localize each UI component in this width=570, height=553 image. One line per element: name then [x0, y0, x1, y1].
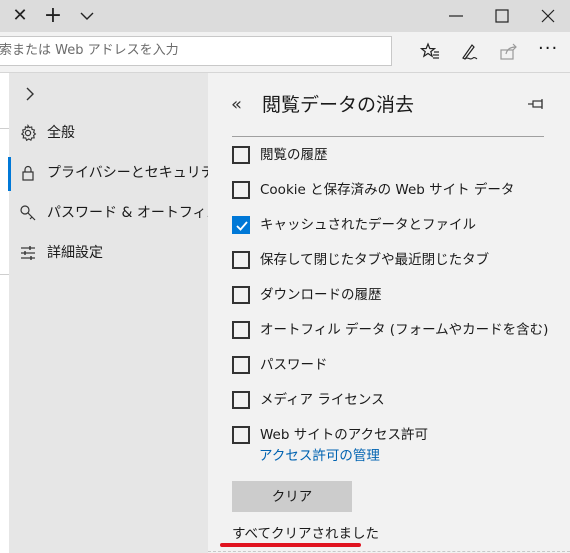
gear-icon [19, 123, 37, 142]
checkbox-row[interactable]: Cookie と保存済みの Web サイト データ [232, 178, 552, 204]
checkbox[interactable] [232, 146, 250, 164]
sidebar-item-password-autofill[interactable]: パスワード & オートフィル [9, 195, 221, 231]
checkbox-label: Web サイトのアクセス許可 [260, 427, 429, 443]
sliders-icon [19, 244, 37, 262]
manage-permissions-link[interactable]: アクセス許可の管理 [259, 446, 380, 466]
tab-close-icon[interactable]: ✕ [10, 6, 30, 26]
checkbox[interactable] [232, 286, 250, 304]
clear-button[interactable]: クリア [232, 481, 352, 512]
checkbox[interactable] [232, 356, 250, 374]
title-bar: ✕ + [0, 0, 570, 32]
checkbox[interactable] [232, 426, 250, 444]
status-text: すべてクリアされました [232, 526, 380, 542]
sidebar-item-label: 詳細設定 [47, 245, 103, 261]
checkbox-label: 保存して閉じたタブや最近閉じたタブ [260, 252, 490, 268]
checkbox[interactable] [232, 181, 250, 199]
sidebar-item-label: 全般 [47, 125, 75, 141]
checkmark-icon [236, 221, 248, 231]
checkbox[interactable] [232, 321, 250, 339]
active-indicator [8, 157, 11, 191]
checkbox-label: キャッシュされたデータとファイル [260, 217, 476, 233]
sidebar-item-privacy-security[interactable]: プライバシーとセキュリティ [8, 155, 228, 191]
key-icon [19, 204, 37, 222]
sidebar-item-general[interactable]: 全般 [9, 115, 208, 151]
navigation-bar: 索または Web アドレスを入力 ··· [0, 32, 570, 73]
checkbox[interactable] [232, 251, 250, 269]
address-input[interactable]: 索または Web アドレスを入力 [0, 36, 392, 66]
page-content-strip [0, 73, 9, 553]
sidebar-item-label: プライバシーとセキュリティ [47, 165, 228, 181]
sidebar-item-label: パスワード & オートフィル [47, 205, 221, 221]
checkbox-label: オートフィル データ (フォームやカードを含む) [260, 322, 549, 338]
more-icon[interactable]: ··· [538, 40, 558, 62]
annotation-underline [220, 543, 361, 547]
checkbox-row[interactable]: ダウンロードの履歴 [232, 283, 552, 309]
favorites-star-icon[interactable] [419, 42, 440, 62]
clear-browsing-data-panel: « 閲覧データの消去 閲覧の履歴 Cookie と保存済みの Web サイト デー… [208, 73, 570, 553]
checkbox-row[interactable]: 閲覧の履歴 [232, 143, 552, 169]
address-placeholder: 索または Web アドレスを入力 [0, 43, 179, 58]
checkbox-label: ダウンロードの履歴 [260, 287, 382, 303]
checkbox-label: 閲覧の履歴 [260, 147, 328, 163]
checkbox[interactable] [232, 391, 250, 409]
chevron-right-icon[interactable] [21, 85, 39, 103]
divider [0, 274, 9, 275]
sidebar-item-advanced[interactable]: 詳細設定 [9, 235, 208, 271]
lock-icon [19, 164, 37, 182]
settings-sidebar: 全般 プライバシーとセキュリティ パスワード & オートフィル 詳細設定 [8, 73, 228, 553]
minimize-icon[interactable] [446, 6, 466, 26]
share-icon[interactable] [499, 42, 519, 62]
checkbox-checked[interactable] [232, 216, 250, 234]
back-icon[interactable]: « [231, 95, 242, 115]
checkbox-row[interactable]: パスワード [232, 353, 552, 379]
checkbox-label: メディア ライセンス [260, 392, 385, 408]
divider [232, 136, 544, 137]
maximize-icon[interactable] [492, 6, 512, 26]
chevron-down-icon[interactable] [78, 6, 96, 26]
checkbox-row[interactable]: キャッシュされたデータとファイル [232, 213, 552, 239]
new-tab-icon[interactable]: + [43, 5, 63, 27]
checkbox-row[interactable]: オートフィル データ (フォームやカードを含む) [232, 318, 552, 344]
divider [208, 551, 570, 552]
panel-title: 閲覧データの消去 [262, 94, 415, 116]
checkbox-row[interactable]: 保存して閉じたタブや最近閉じたタブ [232, 248, 552, 274]
window-close-icon[interactable] [538, 6, 558, 26]
checkbox-row[interactable]: メディア ライセンス [232, 388, 552, 414]
pen-icon[interactable] [459, 42, 479, 62]
checkbox-label: パスワード [260, 357, 328, 373]
checkbox-label: Cookie と保存済みの Web サイト データ [260, 182, 515, 198]
pin-icon[interactable] [526, 95, 546, 115]
divider [0, 128, 9, 129]
